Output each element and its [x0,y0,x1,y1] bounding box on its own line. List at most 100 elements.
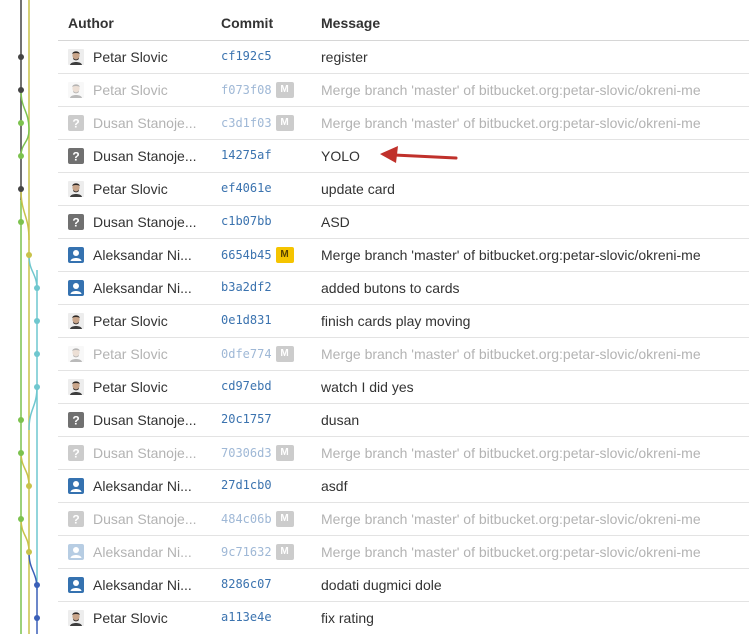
commit-hash-link[interactable]: 14275af [221,148,272,162]
graph-branch-line [20,518,30,553]
commit-hash-link[interactable]: cd97ebd [221,379,272,393]
message-cell: register [321,49,368,67]
commit-hash-link[interactable]: 9c71632 [221,545,272,559]
table-row[interactable]: ? Dusan Stanoje... 70306d3 M Merge branch 'm… [58,437,749,470]
commit-history-page: Author Commit Message Petar Slovic cf192c… [0,0,749,634]
commit-cell: 9c71632 M [221,544,294,560]
commit-hash-link[interactable]: c3d1f03 [221,116,272,130]
commit-cell: 20c1757 [221,412,272,426]
graph-commit-node [34,285,40,291]
table-row[interactable]: Petar Slovic a113e4e fix rating [58,602,749,634]
avatar [68,82,84,98]
commit-message: added butons to cards [321,280,460,296]
commit-cell: 0dfe774 M [221,346,294,362]
user-avatar-icon [68,544,84,560]
user-avatar-icon [68,577,84,593]
commit-hash-link[interactable]: 0dfe774 [221,347,272,361]
graph-commit-node [18,450,24,456]
commit-hash-link[interactable]: 6654b45 [221,248,272,262]
graph-commit-node [34,318,40,324]
commit-cell: 6654b45 M [221,247,294,263]
author-cell: Petar Slovic [68,379,168,395]
author-cell: ? Dusan Stanoje... [68,511,197,527]
author-name: Aleksandar Ni... [93,544,192,560]
commit-hash-link[interactable]: 70306d3 [221,446,272,460]
author-name: Petar Slovic [93,49,168,65]
commit-hash-link[interactable]: 484c06b [221,512,272,526]
commit-hash-link[interactable]: 27d1cb0 [221,478,272,492]
commit-hash-link[interactable]: 8286c07 [221,577,272,591]
author-cell: Petar Slovic [68,181,168,197]
unknown-user-avatar-icon: ? [68,148,84,164]
table-row[interactable]: Petar Slovic f073f08 M Merge branch 'master… [58,74,749,107]
table-row[interactable]: Aleksandar Ni... 27d1cb0 asdf [58,470,749,503]
author-cell: Petar Slovic [68,82,168,98]
commit-cell: cd97ebd [221,379,272,393]
author-name: Petar Slovic [93,346,168,362]
graph-branch-line [20,451,30,487]
commit-hash-link[interactable]: a113e4e [221,610,272,624]
graph-commit-node [34,615,40,621]
message-cell: update card [321,181,395,199]
merge-badge: M [275,511,294,527]
table-row[interactable]: Aleksandar Ni... 9c71632 M Merge branch 'ma… [58,536,749,569]
commit-cell: 8286c07 [221,577,272,591]
graph-commit-node [26,483,32,489]
table-row[interactable]: Aleksandar Ni... 6654b45 M Merge branch 'ma… [58,239,749,272]
message-cell: YOLO [321,148,360,166]
commit-cell: 484c06b M [221,511,294,527]
graph-branch-line [20,129,30,157]
table-row[interactable]: Aleksandar Ni... 8286c07 dodati dugmici do… [58,569,749,602]
merge-badge: M [275,544,294,560]
table-row[interactable]: ? Dusan Stanoje... c3d1f03 M Merge branch 'm… [58,107,749,140]
table-row[interactable]: ? Dusan Stanoje... 20c1757 dusan [58,404,749,437]
message-column-header: Message [321,15,381,31]
table-row[interactable]: Petar Slovic 0e1d831 finish cards play mov… [58,305,749,338]
author-cell: Petar Slovic [68,313,168,329]
author-name: Aleksandar Ni... [93,577,192,593]
commit-hash-link[interactable]: 0e1d831 [221,313,272,327]
commit-message: Merge branch 'master' of bitbucket.org:p… [321,346,701,362]
commit-message: asdf [321,478,348,494]
commit-cell: 70306d3 M [221,445,294,461]
table-row[interactable]: Petar Slovic ef4061e update card [58,173,749,206]
commit-message: Merge branch 'master' of bitbucket.org:p… [321,544,701,560]
commit-column-header: Commit [221,15,274,31]
author-name: Aleksandar Ni... [93,478,192,494]
table-row[interactable]: Aleksandar Ni... b3a2df2 added butons to c… [58,272,749,305]
commit-hash-link[interactable]: ef4061e [221,181,272,195]
commit-hash-link[interactable]: b3a2df2 [221,280,272,294]
commit-hash-link[interactable]: 20c1757 [221,412,272,426]
graph-commit-node [18,516,24,522]
author-cell: Petar Slovic [68,49,168,65]
svg-text:?: ? [72,216,79,230]
author-cell: Aleksandar Ni... [68,247,192,263]
author-name: Aleksandar Ni... [93,247,192,263]
avatar [68,346,84,362]
table-row[interactable]: ? Dusan Stanoje... c1b07bb ASD [58,206,749,239]
svg-text:?: ? [72,117,79,131]
author-cell: Aleksandar Ni... [68,478,192,494]
commit-message: Merge branch 'master' of bitbucket.org:p… [321,511,701,527]
table-row[interactable]: Petar Slovic cd97ebd watch I did yes [58,371,749,404]
table-row[interactable]: ? Dusan Stanoje... 484c06b M Merge branch 'm… [58,503,749,536]
commit-hash-link[interactable]: c1b07bb [221,214,272,228]
graph-commit-node [18,153,24,159]
table-row[interactable]: Petar Slovic 0dfe774 M Merge branch 'master… [58,338,749,371]
graph-commit-node [26,549,32,555]
svg-text:?: ? [72,150,79,164]
message-cell: dusan [321,412,359,430]
author-cell: Aleksandar Ni... [68,544,192,560]
commit-message: finish cards play moving [321,313,471,329]
message-cell: dodati dugmici dole [321,577,442,595]
commit-cell: f073f08 M [221,82,294,98]
author-name: Petar Slovic [93,610,168,626]
commit-message: fix rating [321,610,374,626]
graph-commit-node [34,351,40,357]
commit-hash-link[interactable]: f073f08 [221,83,272,97]
table-row[interactable]: Petar Slovic cf192c5 register [58,41,749,74]
commit-cell: 0e1d831 [221,313,272,327]
author-cell: ? Dusan Stanoje... [68,115,197,131]
message-cell: Merge branch 'master' of bitbucket.org:p… [321,445,701,463]
commit-hash-link[interactable]: cf192c5 [221,49,272,63]
